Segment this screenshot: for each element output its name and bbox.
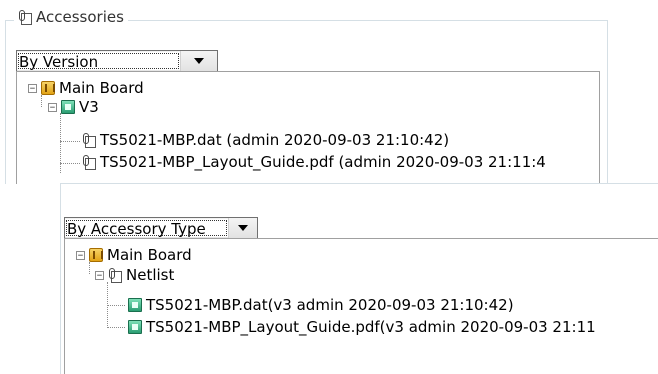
tree-node-netlist[interactable]: − Netlist: [95, 265, 174, 285]
view-mode-select-type[interactable]: By Accessory Type: [64, 217, 258, 239]
file-icon: [128, 298, 142, 312]
chevron-down-icon[interactable]: [228, 218, 257, 238]
paperclip-icon: [82, 133, 96, 148]
collapse-icon[interactable]: −: [95, 270, 104, 280]
view-mode-selected-value: By Accessory Type: [65, 219, 228, 238]
tree-connector: [60, 113, 61, 173]
tree-node-file[interactable]: TS5021-MBP_Layout_Guide.pdf (admin 2020-…: [82, 152, 546, 172]
chevron-down-icon[interactable]: [180, 51, 217, 71]
collapse-icon[interactable]: −: [48, 102, 57, 112]
tree-node-file[interactable]: TS5021-MBP.dat(v3 admin 2020-09-03 21:10…: [128, 295, 514, 315]
tree-node-file[interactable]: TS5021-MBP_Layout_Guide.pdf(v3 admin 202…: [128, 317, 596, 337]
tree-node-label: V3: [79, 98, 99, 116]
tree-node-file[interactable]: TS5021-MBP.dat (admin 2020-09-03 21:10:4…: [82, 130, 449, 150]
accessories-groupbox-legend: Accessories: [14, 6, 128, 28]
paperclip-icon: [82, 155, 96, 170]
tree-node-v3[interactable]: − V3: [48, 97, 99, 117]
view-mode-select-version[interactable]: By Version: [16, 50, 218, 72]
tree-node-label: TS5021-MBP.dat(v3 admin 2020-09-03 21:10…: [146, 296, 514, 314]
collapse-icon[interactable]: −: [76, 250, 85, 260]
groupbox-title: Accessories: [36, 8, 124, 26]
board-icon: [41, 81, 55, 95]
tree-node-label: Main Board: [107, 246, 192, 264]
tree-connector: [60, 163, 80, 164]
tree-connector: [60, 141, 80, 142]
tree-node-label: TS5021-MBP_Layout_Guide.pdf (admin 2020-…: [100, 153, 546, 171]
tree-connector: [107, 305, 125, 306]
version-icon: [61, 100, 75, 114]
collapse-icon[interactable]: −: [28, 83, 37, 93]
tree-node-main-board[interactable]: − Main Board: [76, 245, 192, 265]
tree-node-label: TS5021-MBP_Layout_Guide.pdf(v3 admin 202…: [146, 318, 596, 336]
paperclip-icon: [108, 268, 122, 283]
file-icon: [128, 320, 142, 334]
tree-connector: [107, 327, 125, 328]
paperclip-icon: [18, 10, 32, 25]
board-icon: [89, 248, 103, 262]
tree-node-label: Main Board: [59, 79, 144, 97]
tree-node-main-board[interactable]: − Main Board: [28, 78, 144, 98]
tree-node-label: TS5021-MBP.dat (admin 2020-09-03 21:10:4…: [100, 131, 450, 149]
tree-node-label: Netlist: [126, 266, 175, 284]
view-mode-selected-value: By Version: [17, 52, 180, 71]
